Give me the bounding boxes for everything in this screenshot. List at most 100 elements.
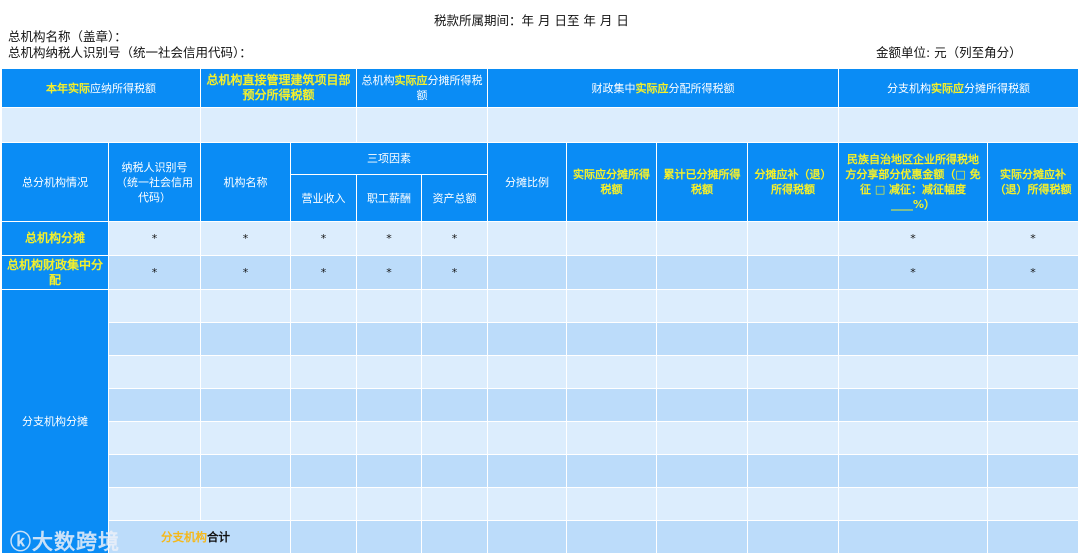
cell[interactable] bbox=[289, 454, 358, 488]
cell[interactable] bbox=[656, 487, 749, 521]
cell[interactable] bbox=[656, 221, 749, 256]
cell[interactable] bbox=[566, 454, 658, 488]
cell[interactable] bbox=[656, 355, 749, 389]
cell[interactable] bbox=[200, 322, 291, 356]
cell[interactable] bbox=[487, 454, 568, 488]
cell[interactable] bbox=[566, 255, 658, 290]
cell[interactable] bbox=[200, 421, 291, 455]
cell[interactable] bbox=[108, 421, 201, 455]
cell[interactable] bbox=[656, 322, 749, 356]
hq-share-input[interactable] bbox=[356, 107, 489, 143]
cell[interactable] bbox=[421, 454, 489, 488]
cell[interactable] bbox=[987, 454, 1080, 488]
cell[interactable] bbox=[747, 289, 840, 323]
cell[interactable] bbox=[566, 289, 658, 323]
cell[interactable] bbox=[289, 322, 358, 356]
cell[interactable] bbox=[487, 289, 568, 323]
cell[interactable] bbox=[987, 289, 1080, 323]
cell[interactable] bbox=[356, 322, 423, 356]
cell[interactable] bbox=[656, 255, 749, 290]
cell[interactable] bbox=[987, 388, 1080, 422]
cell[interactable] bbox=[289, 421, 358, 455]
cell[interactable] bbox=[838, 322, 989, 356]
cell[interactable] bbox=[838, 355, 989, 389]
cell[interactable] bbox=[421, 520, 489, 554]
cell[interactable] bbox=[356, 388, 423, 422]
cell[interactable] bbox=[200, 289, 291, 323]
cell[interactable] bbox=[987, 322, 1080, 356]
cell[interactable] bbox=[421, 388, 489, 422]
cell[interactable] bbox=[421, 322, 489, 356]
cell[interactable] bbox=[656, 289, 749, 323]
cell[interactable] bbox=[566, 355, 658, 389]
cell[interactable] bbox=[356, 355, 423, 389]
cell[interactable] bbox=[356, 454, 423, 488]
cell[interactable] bbox=[566, 487, 658, 521]
cell[interactable] bbox=[108, 322, 201, 356]
cell[interactable] bbox=[838, 388, 989, 422]
cell[interactable] bbox=[987, 487, 1080, 521]
cell[interactable] bbox=[747, 388, 840, 422]
cell[interactable] bbox=[747, 221, 840, 256]
cell[interactable] bbox=[289, 355, 358, 389]
cell[interactable] bbox=[566, 388, 658, 422]
cell[interactable] bbox=[289, 388, 358, 422]
cell[interactable] bbox=[747, 454, 840, 488]
cell[interactable] bbox=[487, 255, 568, 290]
cell[interactable] bbox=[487, 520, 568, 554]
cell[interactable] bbox=[108, 454, 201, 488]
cell[interactable] bbox=[838, 454, 989, 488]
cell[interactable] bbox=[108, 487, 201, 521]
construction-prepaid-input[interactable] bbox=[199, 107, 358, 143]
cell[interactable] bbox=[421, 355, 489, 389]
cell[interactable] bbox=[566, 520, 658, 554]
cell[interactable] bbox=[200, 355, 291, 389]
fiscal-share-input[interactable] bbox=[487, 107, 840, 143]
col-factors: 三项因素 bbox=[289, 142, 489, 175]
cell[interactable] bbox=[421, 289, 489, 323]
cell[interactable] bbox=[747, 520, 840, 554]
cell[interactable] bbox=[356, 487, 423, 521]
cell[interactable] bbox=[487, 487, 568, 521]
cell[interactable] bbox=[838, 289, 989, 323]
cell[interactable] bbox=[566, 322, 658, 356]
cell[interactable] bbox=[987, 520, 1080, 554]
cell[interactable] bbox=[421, 487, 489, 521]
cell[interactable] bbox=[289, 520, 358, 554]
branch-share-input[interactable] bbox=[838, 107, 1080, 143]
cell[interactable] bbox=[987, 421, 1080, 455]
cell[interactable] bbox=[200, 388, 291, 422]
cell[interactable] bbox=[487, 388, 568, 422]
cell[interactable] bbox=[356, 289, 423, 323]
cell[interactable] bbox=[838, 487, 989, 521]
cell[interactable] bbox=[656, 454, 749, 488]
cell[interactable] bbox=[566, 221, 658, 256]
cell[interactable] bbox=[838, 520, 989, 554]
cell[interactable] bbox=[108, 289, 201, 323]
cell[interactable] bbox=[356, 421, 423, 455]
cell[interactable] bbox=[289, 487, 358, 521]
cell[interactable] bbox=[356, 520, 423, 554]
cell[interactable] bbox=[747, 421, 840, 455]
cell[interactable] bbox=[747, 355, 840, 389]
cell[interactable] bbox=[200, 487, 291, 521]
cell[interactable] bbox=[200, 454, 291, 488]
cell[interactable] bbox=[747, 487, 840, 521]
cell[interactable] bbox=[747, 322, 840, 356]
cell[interactable] bbox=[747, 255, 840, 290]
cell[interactable] bbox=[566, 421, 658, 455]
cell[interactable] bbox=[656, 520, 749, 554]
cell[interactable] bbox=[487, 421, 568, 455]
cell[interactable] bbox=[108, 388, 201, 422]
cell[interactable] bbox=[289, 289, 358, 323]
annual-tax-input[interactable] bbox=[1, 107, 201, 143]
cell[interactable] bbox=[487, 355, 568, 389]
cell[interactable] bbox=[656, 388, 749, 422]
cell[interactable] bbox=[656, 421, 749, 455]
cell[interactable] bbox=[487, 322, 568, 356]
cell[interactable] bbox=[987, 355, 1080, 389]
cell[interactable] bbox=[108, 355, 201, 389]
cell[interactable] bbox=[838, 421, 989, 455]
cell[interactable] bbox=[487, 221, 568, 256]
cell[interactable] bbox=[421, 421, 489, 455]
